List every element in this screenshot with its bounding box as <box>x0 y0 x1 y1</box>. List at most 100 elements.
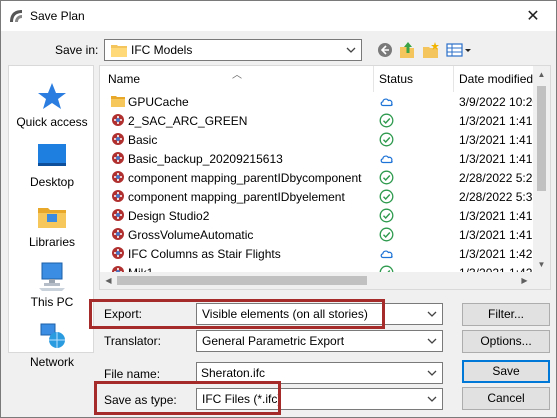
cancel-button[interactable]: Cancel <box>462 387 550 410</box>
save-plan-dialog: Save Plan ✕ Save in: IFC Models Quick ac… <box>0 0 557 418</box>
file-date: 1/3/2021 1:41 P <box>459 114 533 128</box>
column-header-date[interactable]: Date modified <box>459 72 533 86</box>
view-menu-icon[interactable] <box>446 41 472 59</box>
file-date: 1/3/2021 1:41 P <box>459 133 533 147</box>
file-date: 1/3/2021 1:41 P <box>459 209 533 223</box>
file-list[interactable]: ︿ Name Status Date modified GPUCache 3/9/… <box>99 65 551 290</box>
star-icon <box>38 83 66 109</box>
vertical-scrollbar[interactable]: ▲ ▼ <box>533 66 550 273</box>
file-row[interactable]: Basic_backup_20209215613 1/3/2021 1:41 P <box>100 149 533 168</box>
horizontal-scrollbar[interactable]: ◀ ▶ <box>100 272 533 289</box>
column-separator <box>453 66 454 92</box>
place-label: This PC <box>30 295 74 309</box>
export-value: Visible elements (on all stories) <box>202 307 368 321</box>
ifc-file-icon <box>111 151 125 165</box>
file-name: Design Studio2 <box>128 209 210 223</box>
place-label: Desktop <box>29 175 75 189</box>
scroll-right-icon[interactable]: ▶ <box>516 272 533 289</box>
translator-dropdown[interactable]: General Parametric Export <box>196 330 443 352</box>
file-date: 2/28/2022 5:27 <box>459 171 533 185</box>
export-label: Export: <box>104 307 143 321</box>
options-button[interactable]: Options... <box>462 330 550 353</box>
file-name: component mapping_parentIDbycomponent <box>128 171 362 185</box>
scroll-up-icon[interactable]: ▲ <box>533 66 550 83</box>
column-header-status[interactable]: Status <box>379 72 413 86</box>
chevron-down-icon <box>427 311 437 317</box>
file-row[interactable]: component mapping_parentIDbyelement 2/28/… <box>100 187 533 206</box>
chevron-down-icon[interactable] <box>426 366 438 380</box>
ifc-file-icon <box>111 227 125 241</box>
file-date: 2/28/2022 5:35 <box>459 190 533 204</box>
network-icon <box>40 323 65 348</box>
computer-icon <box>39 262 65 291</box>
folder-icon <box>111 45 127 57</box>
scroll-thumb[interactable] <box>537 86 546 191</box>
close-icon: ✕ <box>526 8 540 25</box>
synced-check-icon <box>379 132 394 147</box>
filename-value: Sheraton.ifc <box>201 366 266 380</box>
title-bar: Save Plan ✕ <box>1 1 556 31</box>
file-name: 2_SAC_ARC_GREEN <box>128 114 248 128</box>
filename-label: File name: <box>104 367 161 381</box>
place-libraries[interactable]: Libraries <box>9 200 95 249</box>
close-button[interactable]: ✕ <box>510 1 556 31</box>
chevron-down-icon <box>427 396 437 402</box>
column-header-name[interactable]: Name <box>108 72 140 86</box>
synced-check-icon <box>379 208 394 223</box>
up-folder-icon[interactable] <box>399 41 417 59</box>
scroll-left-icon[interactable]: ◀ <box>100 272 117 289</box>
sort-ascending-icon: ︿ <box>232 70 242 81</box>
ifc-file-icon <box>111 170 125 184</box>
file-name: Basic <box>128 133 158 147</box>
file-date: 1/3/2021 1:42 P <box>459 247 533 261</box>
place-network[interactable]: Network <box>9 320 95 369</box>
scroll-down-icon[interactable]: ▼ <box>533 256 550 273</box>
file-name: GPUCache <box>128 95 189 109</box>
file-row[interactable]: GPUCache 3/9/2022 10:20 <box>100 92 533 111</box>
translator-label: Translator: <box>104 334 161 348</box>
save-in-label: Save in: <box>55 43 99 57</box>
synced-check-icon <box>379 170 394 185</box>
save-in-dropdown[interactable]: IFC Models <box>104 39 362 61</box>
file-name: IFC Columns as Stair Flights <box>128 247 281 261</box>
place-this-pc[interactable]: This PC <box>9 260 95 309</box>
filename-field[interactable]: Sheraton.ifc <box>196 362 443 384</box>
save-as-type-value: IFC Files (*.ifc) <box>202 392 282 406</box>
file-name: Basic_backup_20209215613 <box>128 152 283 166</box>
chevron-down-icon <box>346 47 356 53</box>
scroll-thumb[interactable] <box>117 276 367 285</box>
place-desktop[interactable]: Desktop <box>9 140 95 189</box>
save-in-value: IFC Models <box>131 43 193 57</box>
ifc-file-icon <box>111 189 125 203</box>
cloud-icon <box>379 151 394 166</box>
cloud-icon <box>379 94 394 109</box>
window-title: Save Plan <box>30 9 85 23</box>
place-label: Quick access <box>16 115 88 129</box>
export-dropdown[interactable]: Visible elements (on all stories) <box>196 303 443 325</box>
back-icon[interactable] <box>376 41 394 59</box>
chevron-down-icon <box>427 338 437 344</box>
ifc-file-icon <box>111 132 125 146</box>
place-label: Network <box>29 355 74 369</box>
file-row[interactable]: Basic 1/3/2021 1:41 P <box>100 130 533 149</box>
save-as-type-dropdown[interactable]: IFC Files (*.ifc) <box>196 388 443 410</box>
save-button[interactable]: Save <box>462 360 550 383</box>
file-row[interactable]: GrossVolumeAutomatic 1/3/2021 1:41 P <box>100 225 533 244</box>
synced-check-icon <box>379 113 394 128</box>
file-name: component mapping_parentIDbyelement <box>128 190 345 204</box>
file-row[interactable]: IFC Columns as Stair Flights 1/3/2021 1:4… <box>100 244 533 263</box>
place-quick-access[interactable]: Quick access <box>9 80 95 129</box>
file-row[interactable]: component mapping_parentIDbycomponent 2/2… <box>100 168 533 187</box>
file-date: 3/9/2022 10:20 <box>459 95 533 109</box>
new-folder-icon[interactable] <box>422 41 440 59</box>
file-row[interactable]: 2_SAC_ARC_GREEN 1/3/2021 1:41 P <box>100 111 533 130</box>
synced-check-icon <box>379 189 394 204</box>
place-label: Libraries <box>28 235 76 249</box>
file-date: 1/3/2021 1:41 P <box>459 228 533 242</box>
column-separator <box>373 66 374 92</box>
ifc-file-icon <box>111 208 125 222</box>
filter-button[interactable]: Filter... <box>462 303 550 326</box>
file-row[interactable]: Design Studio2 1/3/2021 1:41 P <box>100 206 533 225</box>
ifc-file-icon <box>111 246 125 260</box>
cloud-icon <box>379 246 394 261</box>
